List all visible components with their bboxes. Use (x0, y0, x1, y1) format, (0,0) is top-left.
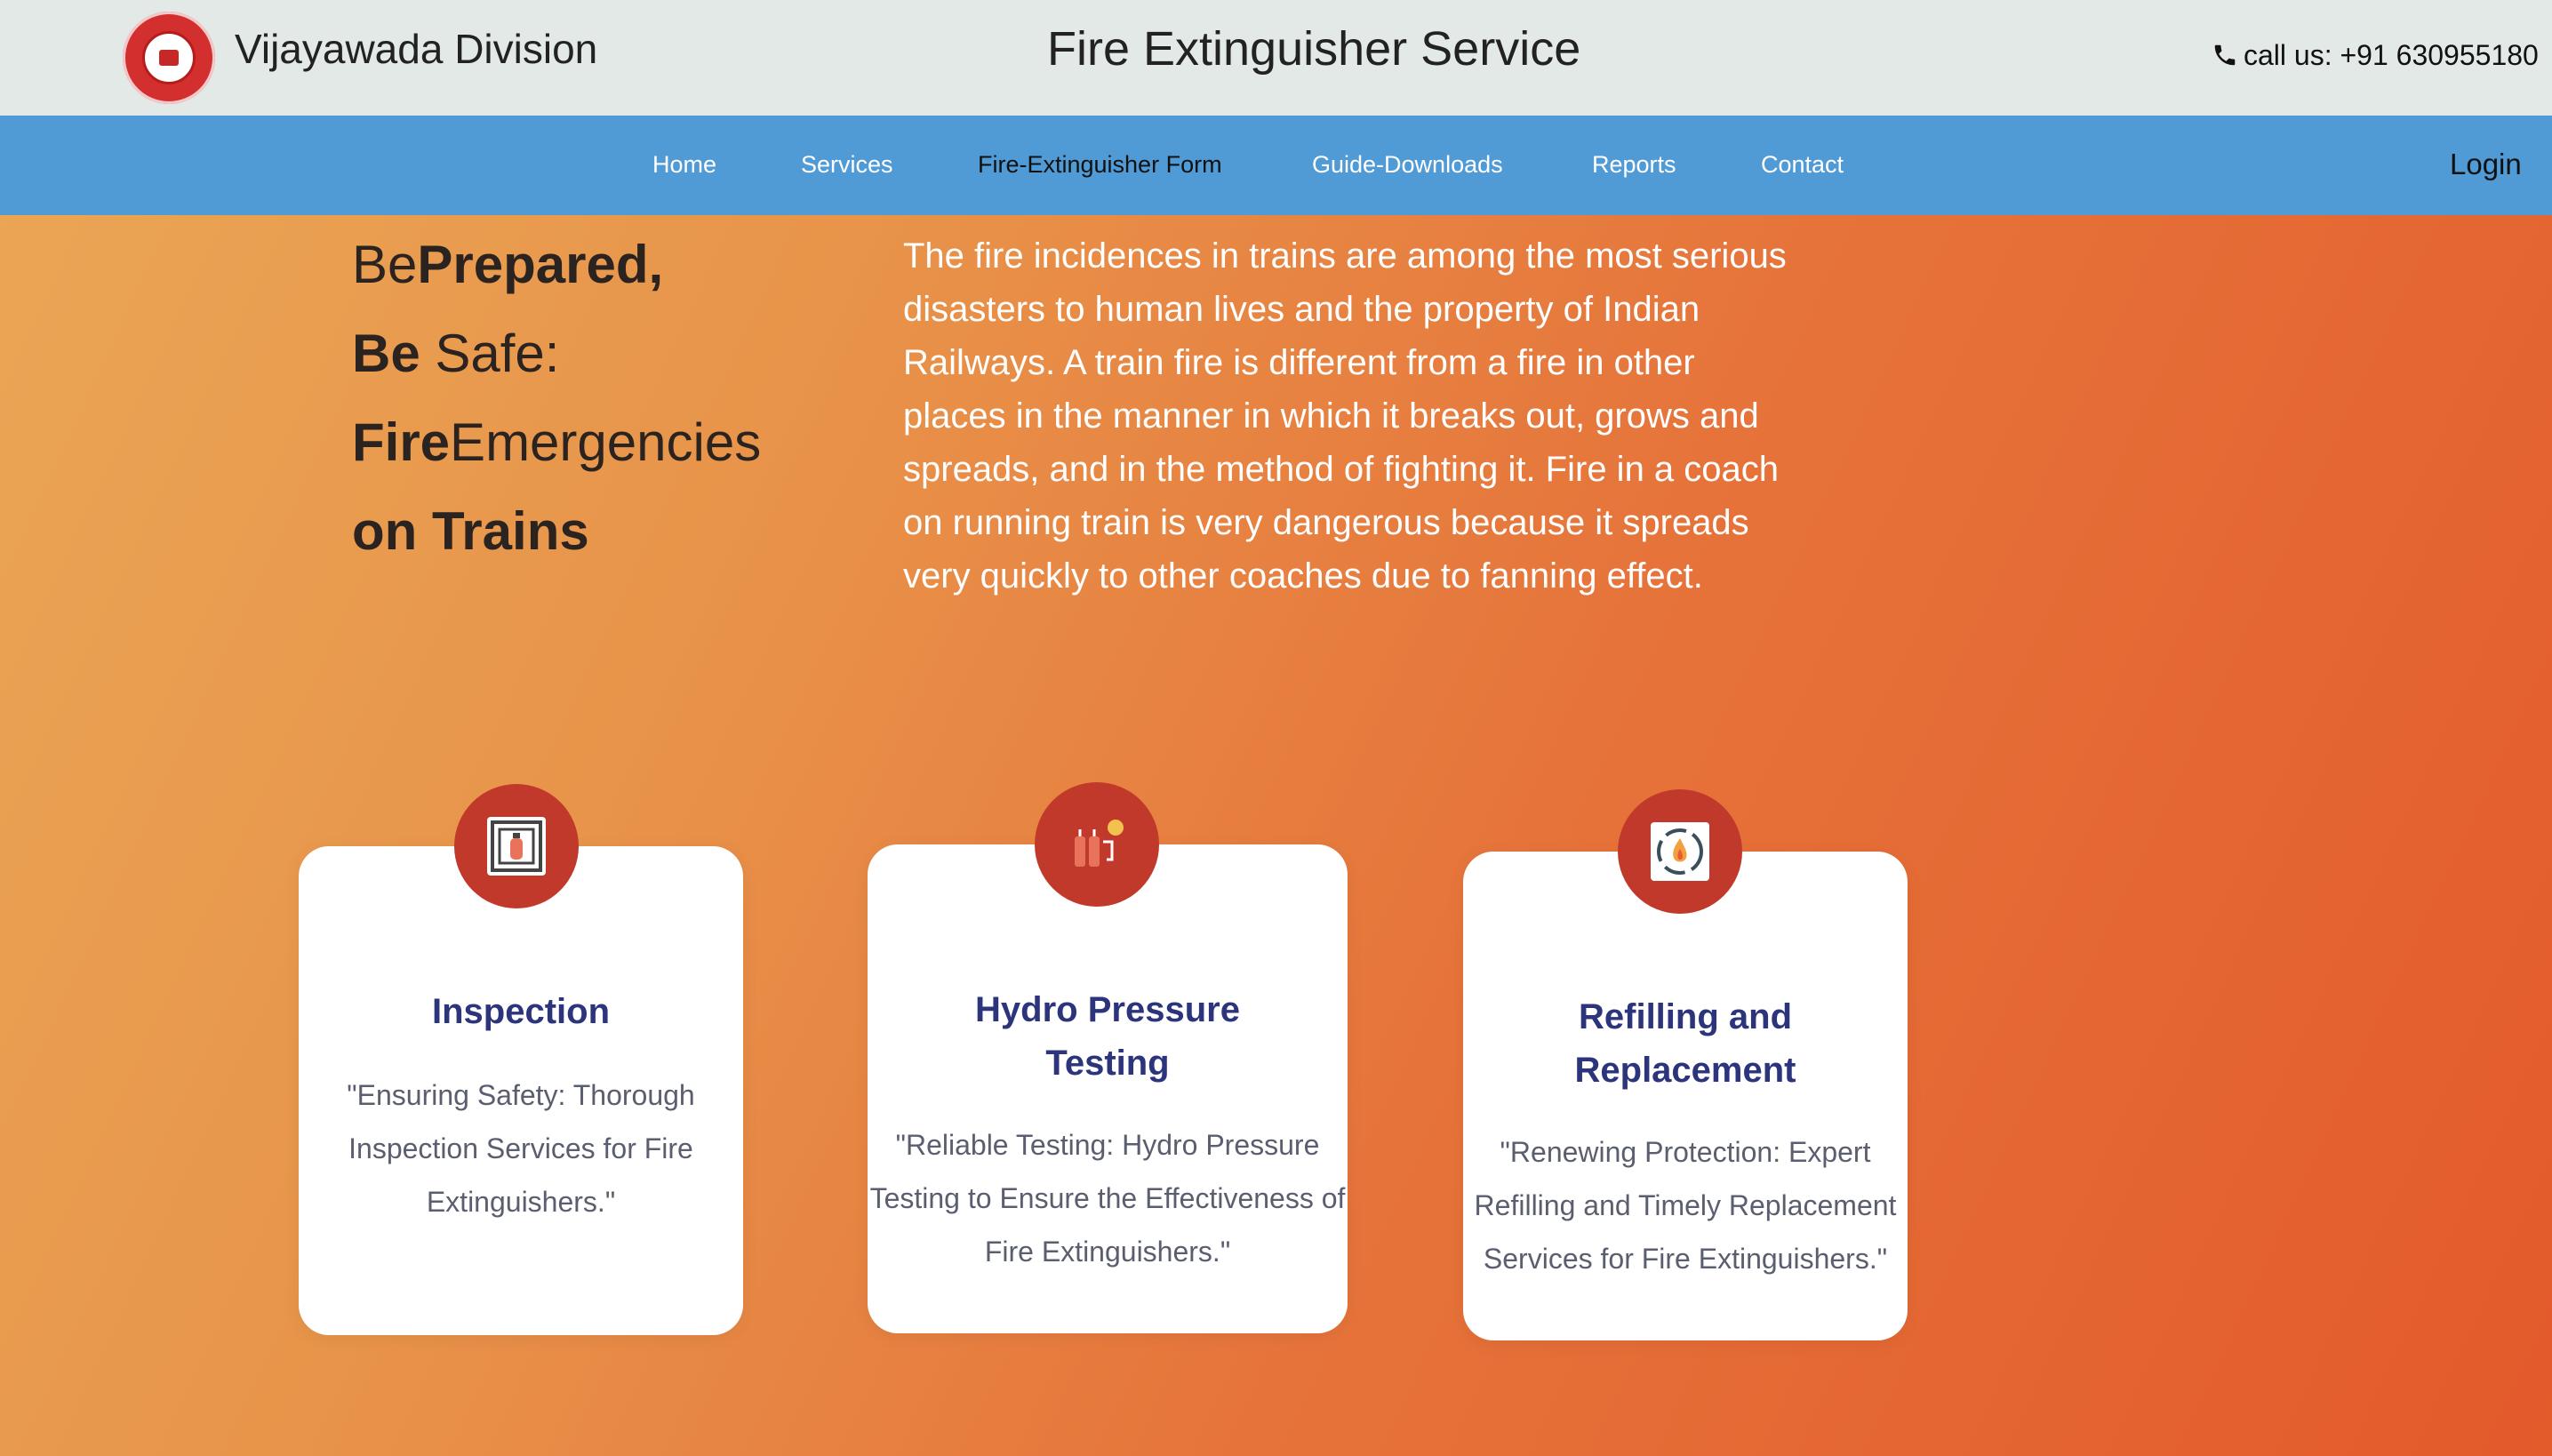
tagline-line-3: FireEmergencies (352, 412, 762, 472)
division-name: Vijayawada Division (235, 26, 598, 72)
indian-railways-logo[interactable] (123, 12, 215, 104)
inspection-badge (454, 784, 579, 908)
phone-icon (2214, 44, 2236, 66)
nav-guide-downloads[interactable]: Guide-Downloads (1312, 151, 1503, 179)
train-icon (159, 50, 179, 66)
page-title: Fire Extinguisher Service (1047, 22, 1581, 76)
nav-contact[interactable]: Contact (1761, 151, 1844, 179)
refilling-badge (1618, 789, 1742, 914)
service-card-inspection[interactable]: Inspection "Ensuring Safety: Thorough In… (299, 846, 743, 1335)
service-card-refilling[interactable]: Refilling and Replacement "Renewing Prot… (1463, 852, 1908, 1340)
pressure-testing-icon (1068, 815, 1126, 874)
card-title: Inspection (431, 992, 611, 1031)
extinguisher-inspection-icon (487, 817, 546, 876)
nav-fire-extinguisher-form[interactable]: Fire-Extinguisher Form (978, 151, 1222, 179)
login-button[interactable]: Login (2450, 148, 2522, 181)
nav-services[interactable]: Services (801, 151, 893, 179)
hero-description: The fire incidences in trains are among … (903, 236, 1787, 596)
call-us-text: call us: +91 630955180 (2244, 39, 2539, 71)
card-description: "Reliable Testing: Hydro Pressure Testin… (869, 1129, 1346, 1268)
main-navbar: Home Services Fire-Extinguisher Form Gui… (0, 116, 2552, 215)
nav-reports[interactable]: Reports (1592, 151, 1676, 179)
hero-tagline: BePrepared, Be Safe: FireEmergencies on … (352, 220, 761, 576)
tagline-line-4: on Trains (352, 501, 589, 561)
hydro-pressure-badge (1035, 782, 1159, 907)
card-description: "Ensuring Safety: Thorough Inspection Se… (347, 1079, 695, 1218)
call-us-contact[interactable]: call us: +91 630955180 (2212, 39, 2539, 72)
top-header: Vijayawada Division Fire Extinguisher Se… (0, 0, 2552, 116)
card-description: "Renewing Protection: Expert Refilling a… (1474, 1136, 1897, 1275)
tagline-line-2: Be Safe: (352, 324, 560, 383)
service-card-hydro-pressure[interactable]: Hydro Pressure Testing "Reliable Testing… (868, 844, 1348, 1333)
tagline-line-1: BePrepared, (352, 235, 664, 294)
nav-home[interactable]: Home (652, 151, 716, 179)
card-title: Refilling and Replacement (1574, 997, 1796, 1090)
refill-cycle-icon (1651, 822, 1709, 881)
card-title: Hydro Pressure Testing (975, 990, 1240, 1083)
logo-emblem (142, 31, 196, 84)
